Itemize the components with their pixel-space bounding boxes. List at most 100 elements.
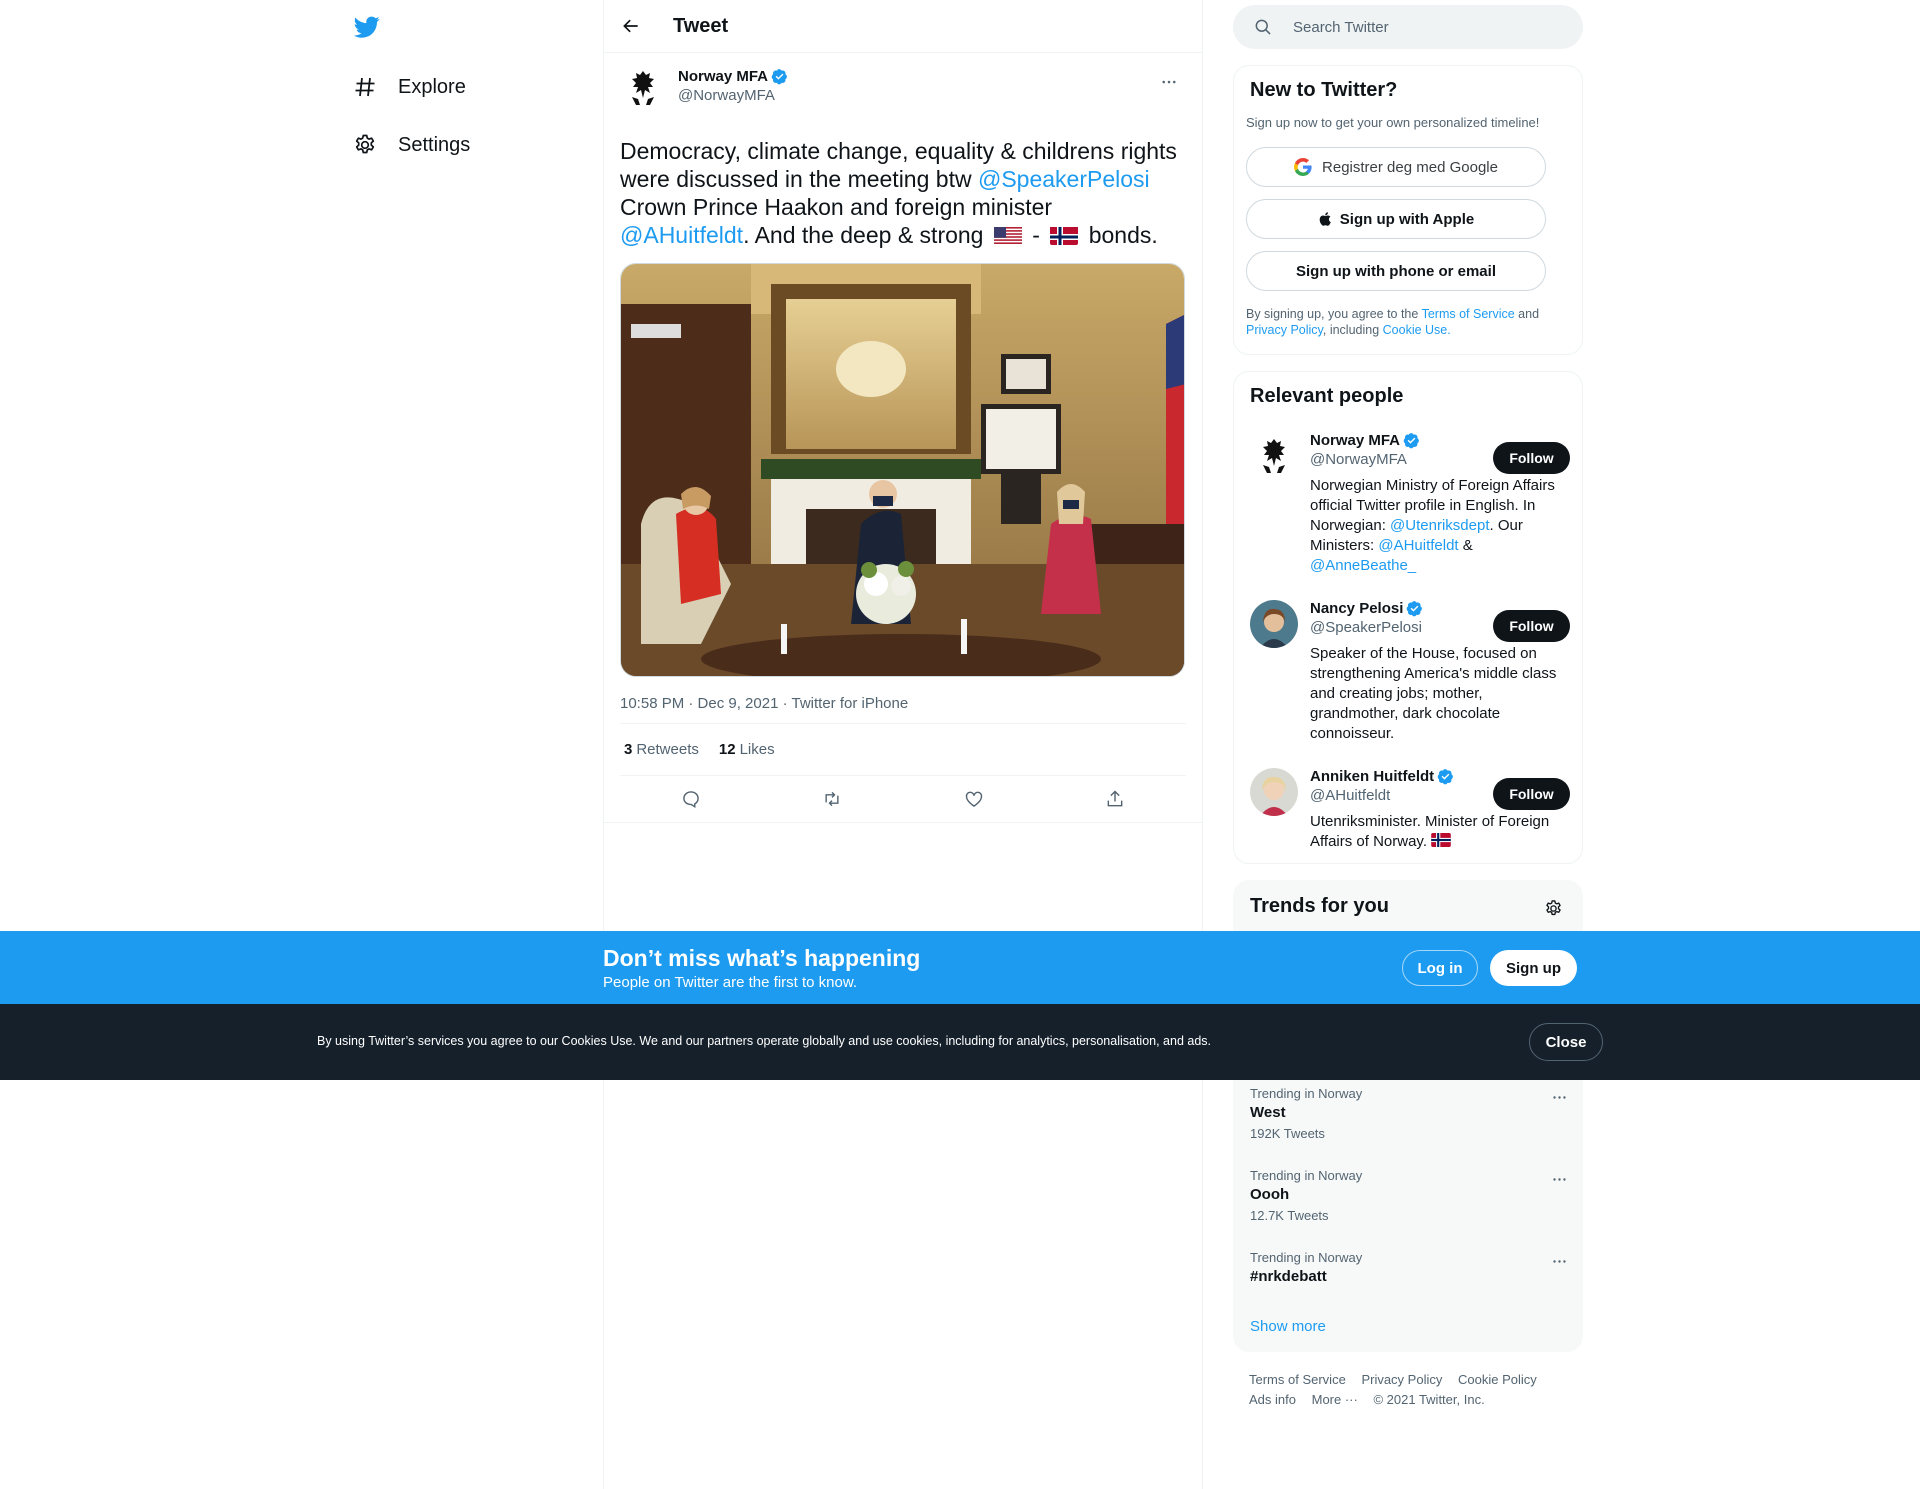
trend-item[interactable]: Trending in Norway West 192K Tweets bbox=[1250, 1086, 1570, 1141]
follow-button[interactable]: Follow bbox=[1493, 778, 1570, 810]
trends-settings-button[interactable] bbox=[1536, 891, 1570, 925]
google-signup-button[interactable]: Registrer deg med Google bbox=[1246, 147, 1546, 187]
retweets-count: 3 bbox=[624, 741, 633, 758]
footer-privacy-link[interactable]: Privacy Policy bbox=[1361, 1372, 1442, 1387]
signup-subtitle: Sign up now to get your own personalized… bbox=[1246, 115, 1540, 130]
hashtag-icon bbox=[352, 74, 378, 100]
signup-card: New to Twitter? Sign up now to get your … bbox=[1233, 65, 1583, 355]
author-avatar[interactable] bbox=[620, 65, 666, 111]
twitter-logo-icon[interactable] bbox=[352, 14, 382, 40]
signup-button[interactable]: Sign up bbox=[1490, 950, 1577, 986]
bio-text-part: & bbox=[1458, 537, 1473, 554]
nav-settings-label: Settings bbox=[398, 133, 471, 156]
person-name: Nancy Pelosi bbox=[1310, 600, 1404, 617]
trend-item[interactable]: Trending in Norway #nrkdebatt bbox=[1250, 1250, 1570, 1285]
reply-icon bbox=[682, 791, 699, 809]
mention-ahuitfeldt[interactable]: @AHuitfeldt bbox=[1378, 537, 1458, 554]
footer-terms-link[interactable]: Terms of Service bbox=[1249, 1372, 1346, 1387]
gear-icon bbox=[1545, 899, 1561, 915]
like-button[interactable] bbox=[957, 782, 991, 816]
footer-ads-link[interactable]: Ads info bbox=[1249, 1392, 1296, 1407]
mention-ahuitfeldt[interactable]: @AHuitfeldt bbox=[620, 222, 743, 248]
privacy-link[interactable]: Privacy Policy bbox=[1246, 323, 1323, 337]
tweet-actions bbox=[604, 776, 1202, 823]
cookie-close-button[interactable]: Close bbox=[1529, 1023, 1603, 1061]
tweet-text-part: Crown Prince Haakon and foreign minister bbox=[620, 194, 1053, 220]
cookie-bar: By using Twitter’s services you agree to… bbox=[0, 1004, 1920, 1080]
norway-flag-icon bbox=[1431, 833, 1451, 847]
phone-email-signup-button[interactable]: Sign up with phone or email bbox=[1246, 251, 1546, 291]
us-flag-icon bbox=[993, 225, 1022, 245]
more-dots-icon bbox=[1162, 80, 1176, 84]
mention-annebeathe[interactable]: @AnneBeathe_ bbox=[1310, 557, 1416, 574]
google-icon bbox=[1294, 158, 1312, 176]
author-name-row[interactable]: Norway MFA bbox=[678, 68, 788, 85]
banner-title: Don’t miss what’s happening bbox=[603, 945, 921, 971]
trend-more-button[interactable] bbox=[1544, 1164, 1574, 1194]
legal-text-part: , including bbox=[1322, 323, 1383, 337]
legal-text-part: and bbox=[1514, 307, 1540, 321]
relevant-people-title: Relevant people bbox=[1250, 385, 1404, 407]
heart-icon bbox=[965, 791, 982, 807]
login-button[interactable]: Log in bbox=[1402, 950, 1478, 986]
trend-name: #nrkdebatt bbox=[1250, 1268, 1327, 1285]
share-button[interactable] bbox=[1098, 782, 1132, 816]
tweet-stats: 3 Retweets 12 Likes bbox=[620, 723, 1186, 776]
likes-label: Likes bbox=[739, 741, 775, 758]
author-handle[interactable]: @NorwayMFA bbox=[678, 87, 788, 104]
search-box[interactable] bbox=[1233, 5, 1583, 49]
person-avatar[interactable] bbox=[1250, 600, 1298, 648]
footer-copyright: © 2021 Twitter, Inc. bbox=[1373, 1392, 1485, 1407]
show-more-link[interactable]: Show more bbox=[1250, 1318, 1326, 1335]
tweet-more-button[interactable] bbox=[1152, 65, 1186, 99]
more-dots-icon bbox=[1552, 1259, 1566, 1263]
footer-cookie-link[interactable]: Cookie Policy bbox=[1458, 1372, 1537, 1387]
person-avatar[interactable] bbox=[1250, 432, 1298, 480]
more-dots-icon bbox=[1552, 1095, 1566, 1099]
follow-button[interactable]: Follow bbox=[1493, 442, 1570, 474]
footer-row: Ads info More ··· © 2021 Twitter, Inc. bbox=[1249, 1390, 1579, 1410]
trend-more-button[interactable] bbox=[1544, 1246, 1574, 1276]
tweet-timestamp[interactable]: 10:58 PM · Dec 9, 2021 · Twitter for iPh… bbox=[620, 695, 1186, 723]
person-avatar[interactable] bbox=[1250, 768, 1298, 816]
apple-signup-button[interactable]: Sign up with Apple bbox=[1246, 199, 1546, 239]
phone-email-signup-label: Sign up with phone or email bbox=[1295, 262, 1496, 280]
signup-legal-text: By signing up, you agree to the Terms of… bbox=[1246, 306, 1566, 338]
footer-row: Terms of Service Privacy Policy Cookie P… bbox=[1249, 1370, 1579, 1390]
back-button[interactable] bbox=[614, 9, 648, 43]
cookie-use-link[interactable]: Cookie Use. bbox=[1383, 323, 1451, 337]
author-meta: Norway MFA @NorwayMFA bbox=[678, 68, 788, 104]
tweet-author: Norway MFA @NorwayMFA bbox=[620, 65, 1186, 121]
likes-stat[interactable]: 12 Likes bbox=[719, 741, 775, 758]
banner-subtitle: People on Twitter are the first to know. bbox=[603, 974, 858, 991]
trend-item[interactable]: Trending in Norway Oooh 12.7K Tweets bbox=[1250, 1168, 1570, 1223]
tweet-photo[interactable] bbox=[620, 263, 1185, 677]
footer-more-link[interactable]: More ··· bbox=[1312, 1392, 1358, 1407]
terms-link[interactable]: Terms of Service bbox=[1422, 307, 1515, 321]
mention-speakerpelosi[interactable]: @SpeakerPelosi bbox=[978, 166, 1150, 192]
likes-count: 12 bbox=[718, 741, 736, 758]
follow-button[interactable]: Follow bbox=[1493, 610, 1570, 642]
login-banner: Don’t miss what’s happening People on Tw… bbox=[0, 931, 1920, 1004]
apple-icon bbox=[1318, 210, 1334, 228]
retweet-button[interactable] bbox=[815, 782, 849, 816]
bio-text-part: Utenriksminister. Minister of Foreign Af… bbox=[1310, 813, 1550, 850]
reply-button[interactable] bbox=[674, 782, 708, 816]
share-icon bbox=[1107, 790, 1123, 807]
gear-icon bbox=[352, 132, 378, 158]
person-bio: Utenriksminister. Minister of Foreign Af… bbox=[1310, 812, 1564, 852]
trend-name: West bbox=[1250, 1104, 1286, 1121]
trend-more-button[interactable] bbox=[1544, 1082, 1574, 1112]
google-signup-label: Registrer deg med Google bbox=[1322, 158, 1498, 176]
tweet-text: Democracy, climate change, equality & ch… bbox=[620, 137, 1186, 249]
nav-settings[interactable]: Settings bbox=[352, 125, 470, 165]
trend-name: Oooh bbox=[1250, 1186, 1290, 1203]
search-input[interactable] bbox=[1293, 18, 1553, 36]
retweets-stat[interactable]: 3 Retweets bbox=[624, 741, 699, 758]
apple-signup-label: Sign up with Apple bbox=[1339, 210, 1475, 228]
mention-utenriksdept[interactable]: @Utenriksdept bbox=[1390, 517, 1489, 534]
relevant-people-card: Relevant people Norway MFA @NorwayMFA No… bbox=[1233, 371, 1583, 864]
nav-explore[interactable]: Explore bbox=[352, 67, 466, 107]
footer-links: Terms of Service Privacy Policy Cookie P… bbox=[1249, 1370, 1579, 1410]
trend-count: 192K Tweets bbox=[1250, 1126, 1325, 1141]
